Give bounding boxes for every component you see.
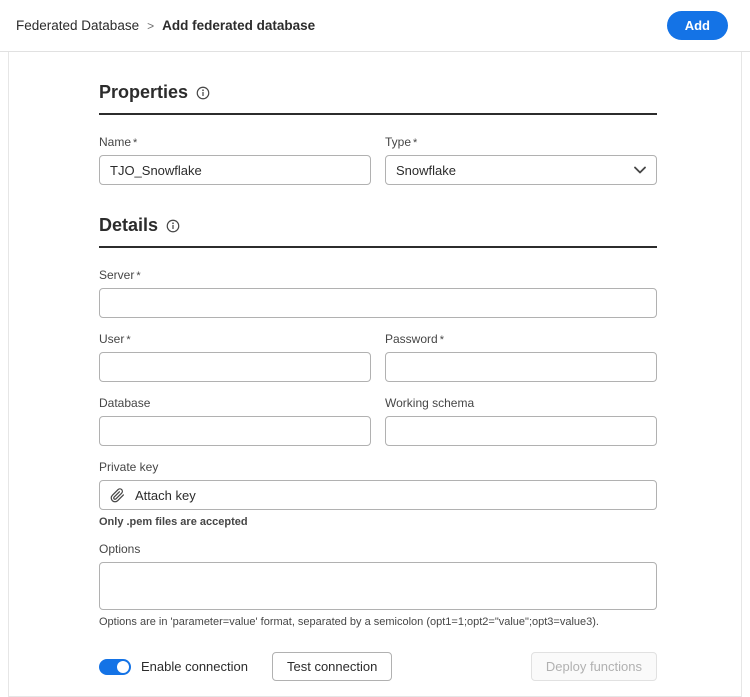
type-label: Type* [385,135,657,149]
paperclip-icon [110,488,125,503]
database-field: Database [99,396,371,446]
enable-connection-label: Enable connection [141,659,248,674]
options-field: Options Options are in 'parameter=value'… [99,542,657,628]
working-schema-input[interactable] [385,416,657,446]
federated-database-form: Properties Name* [99,52,657,681]
properties-title-text: Properties [99,82,188,103]
required-marker: * [413,137,417,149]
info-icon[interactable] [196,86,210,100]
details-divider [99,246,657,248]
database-schema-row: Database Working schema [99,396,657,446]
info-icon[interactable] [166,219,180,233]
attach-key-label: Attach key [135,488,196,503]
form-panel: Properties Name* [8,52,742,697]
properties-fields-row: Name* Type* Snowflake [99,135,657,185]
private-key-label: Private key [99,460,657,474]
user-password-row: User* Password* [99,332,657,382]
test-connection-button[interactable]: Test connection [272,652,392,681]
enable-connection-group: Enable connection [99,659,248,675]
properties-section-title: Properties [99,82,657,103]
name-label: Name* [99,135,371,149]
enable-connection-toggle[interactable] [99,659,131,675]
deploy-functions-button[interactable]: Deploy functions [531,652,657,681]
user-label-text: User [99,332,124,346]
working-schema-label-text: Working schema [385,396,474,410]
details-section-title: Details [99,215,657,236]
server-label-text: Server [99,268,134,282]
password-input[interactable] [385,352,657,382]
details-title-text: Details [99,215,158,236]
toggle-knob [117,661,129,673]
user-field: User* [99,332,371,382]
type-field: Type* Snowflake [385,135,657,185]
options-textarea[interactable] [99,562,657,610]
password-field: Password* [385,332,657,382]
private-key-attach[interactable]: Attach key [99,480,657,510]
user-label: User* [99,332,371,346]
options-helper: Options are in 'parameter=value' format,… [99,616,657,628]
required-marker: * [133,137,137,149]
private-key-label-text: Private key [99,460,158,474]
add-button[interactable]: Add [667,11,728,40]
database-label-text: Database [99,396,150,410]
password-label-text: Password [385,332,438,346]
chevron-down-icon [634,166,646,174]
user-input[interactable] [99,352,371,382]
properties-divider [99,113,657,115]
password-label: Password* [385,332,657,346]
required-marker: * [440,334,444,346]
breadcrumb-parent[interactable]: Federated Database [16,18,139,33]
name-input[interactable] [99,155,371,185]
type-select-value: Snowflake [396,163,456,178]
page: Federated Database > Add federated datab… [0,0,750,697]
options-label-text: Options [99,542,140,556]
working-schema-field: Working schema [385,396,657,446]
server-field: Server* [99,268,657,318]
breadcrumb-separator-icon: > [147,19,154,33]
breadcrumb: Federated Database > Add federated datab… [16,18,315,33]
required-marker: * [136,270,140,282]
top-bar: Federated Database > Add federated datab… [0,0,750,52]
server-label: Server* [99,268,657,282]
name-field: Name* [99,135,371,185]
breadcrumb-current: Add federated database [162,18,315,33]
options-label: Options [99,542,657,556]
database-input[interactable] [99,416,371,446]
type-select[interactable]: Snowflake [385,155,657,185]
type-label-text: Type [385,135,411,149]
form-footer: Enable connection Test connection Deploy… [99,652,657,681]
name-label-text: Name [99,135,131,149]
working-schema-label: Working schema [385,396,657,410]
server-input[interactable] [99,288,657,318]
database-label: Database [99,396,371,410]
private-key-field: Private key Attach key Only .pem files a… [99,460,657,528]
required-marker: * [126,334,130,346]
private-key-helper: Only .pem files are accepted [99,516,657,528]
